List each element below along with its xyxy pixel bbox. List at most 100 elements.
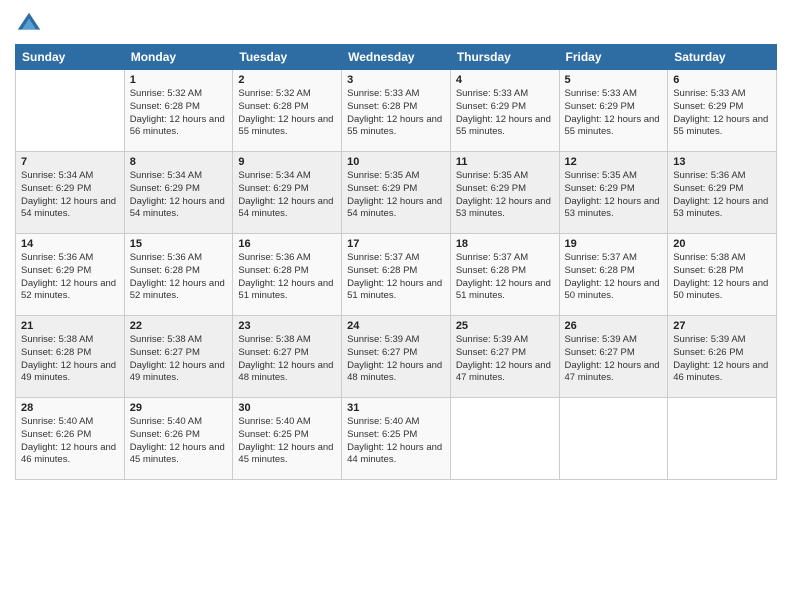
- calendar-cell: 22 Sunrise: 5:38 AMSunset: 6:27 PMDayligh…: [124, 316, 233, 398]
- calendar-cell: 26Sunrise: 5:39 AMSunset: 6:27 PMDayligh…: [559, 316, 668, 398]
- day-number: 3: [347, 74, 445, 86]
- calendar-cell: 7 Sunrise: 5:34 AMSunset: 6:29 PMDaylight…: [16, 152, 125, 234]
- calendar-cell: [668, 398, 777, 480]
- day-info: Sunrise: 5:37 AMSunset: 6:28 PMDaylight:…: [347, 252, 445, 303]
- day-info: Sunrise: 5:38 AMSunset: 6:27 PMDaylight:…: [238, 334, 336, 385]
- day-info: Sunrise: 5:39 AMSunset: 6:27 PMDaylight:…: [347, 334, 445, 385]
- calendar-cell: 30 Sunrise: 5:40 AMSunset: 6:25 PMDayligh…: [233, 398, 342, 480]
- header-day-friday: Friday: [559, 45, 668, 70]
- calendar-cell: 28 Sunrise: 5:40 AMSunset: 6:26 PMDayligh…: [16, 398, 125, 480]
- header-day-sunday: Sunday: [16, 45, 125, 70]
- calendar-cell: 29Sunrise: 5:40 AMSunset: 6:26 PMDayligh…: [124, 398, 233, 480]
- day-number: 10: [347, 156, 445, 168]
- calendar-page: SundayMondayTuesdayWednesdayThursdayFrid…: [0, 0, 792, 612]
- day-number: 11: [456, 156, 554, 168]
- calendar-cell: 4 Sunrise: 5:33 AMSunset: 6:29 PMDaylight…: [450, 70, 559, 152]
- day-number: 1: [130, 74, 228, 86]
- day-number: 9: [238, 156, 336, 168]
- day-info: Sunrise: 5:34 AMSunset: 6:29 PMDaylight:…: [130, 170, 228, 221]
- calendar-cell: [450, 398, 559, 480]
- calendar-cell: 1 Sunrise: 5:32 AMSunset: 6:28 PMDaylight…: [124, 70, 233, 152]
- calendar-table: SundayMondayTuesdayWednesdayThursdayFrid…: [15, 44, 777, 480]
- day-number: 21: [21, 320, 119, 332]
- week-row-1: 1 Sunrise: 5:32 AMSunset: 6:28 PMDaylight…: [16, 70, 777, 152]
- day-info: Sunrise: 5:35 AMSunset: 6:29 PMDaylight:…: [565, 170, 663, 221]
- calendar-cell: 17 Sunrise: 5:37 AMSunset: 6:28 PMDayligh…: [342, 234, 451, 316]
- week-row-4: 21 Sunrise: 5:38 AMSunset: 6:28 PMDayligh…: [16, 316, 777, 398]
- calendar-cell: 9 Sunrise: 5:34 AMSunset: 6:29 PMDaylight…: [233, 152, 342, 234]
- week-row-3: 14 Sunrise: 5:36 AMSunset: 6:29 PMDayligh…: [16, 234, 777, 316]
- calendar-cell: [16, 70, 125, 152]
- calendar-header-row: SundayMondayTuesdayWednesdayThursdayFrid…: [16, 45, 777, 70]
- calendar-cell: 10 Sunrise: 5:35 AMSunset: 6:29 PMDayligh…: [342, 152, 451, 234]
- day-info: Sunrise: 5:37 AMSunset: 6:28 PMDaylight:…: [565, 252, 663, 303]
- day-number: 24: [347, 320, 445, 332]
- day-number: 5: [565, 74, 663, 86]
- day-info: Sunrise: 5:40 AMSunset: 6:25 PMDaylight:…: [238, 416, 336, 467]
- day-info: Sunrise: 5:33 AMSunset: 6:28 PMDaylight:…: [347, 88, 445, 139]
- header-day-wednesday: Wednesday: [342, 45, 451, 70]
- day-info: Sunrise: 5:40 AMSunset: 6:26 PMDaylight:…: [130, 416, 228, 467]
- day-number: 7: [21, 156, 119, 168]
- calendar-cell: 31 Sunrise: 5:40 AMSunset: 6:25 PMDayligh…: [342, 398, 451, 480]
- calendar-cell: 11 Sunrise: 5:35 AMSunset: 6:29 PMDayligh…: [450, 152, 559, 234]
- day-number: 6: [673, 74, 771, 86]
- calendar-cell: 14 Sunrise: 5:36 AMSunset: 6:29 PMDayligh…: [16, 234, 125, 316]
- day-info: Sunrise: 5:32 AMSunset: 6:28 PMDaylight:…: [238, 88, 336, 139]
- calendar-cell: 8 Sunrise: 5:34 AMSunset: 6:29 PMDaylight…: [124, 152, 233, 234]
- calendar-cell: 12Sunrise: 5:35 AMSunset: 6:29 PMDayligh…: [559, 152, 668, 234]
- day-number: 20: [673, 238, 771, 250]
- day-number: 17: [347, 238, 445, 250]
- day-info: Sunrise: 5:33 AMSunset: 6:29 PMDaylight:…: [565, 88, 663, 139]
- calendar-cell: 20 Sunrise: 5:38 AMSunset: 6:28 PMDayligh…: [668, 234, 777, 316]
- logo-icon: [15, 10, 43, 38]
- day-number: 23: [238, 320, 336, 332]
- day-number: 18: [456, 238, 554, 250]
- day-info: Sunrise: 5:40 AMSunset: 6:25 PMDaylight:…: [347, 416, 445, 467]
- day-number: 25: [456, 320, 554, 332]
- day-number: 13: [673, 156, 771, 168]
- day-number: 30: [238, 402, 336, 414]
- logo: [15, 10, 47, 38]
- day-number: 22: [130, 320, 228, 332]
- header-day-thursday: Thursday: [450, 45, 559, 70]
- day-info: Sunrise: 5:39 AMSunset: 6:27 PMDaylight:…: [456, 334, 554, 385]
- day-number: 19: [565, 238, 663, 250]
- calendar-cell: 13Sunrise: 5:36 AMSunset: 6:29 PMDayligh…: [668, 152, 777, 234]
- day-number: 14: [21, 238, 119, 250]
- day-number: 4: [456, 74, 554, 86]
- calendar-cell: 6 Sunrise: 5:33 AMSunset: 6:29 PMDaylight…: [668, 70, 777, 152]
- header-day-monday: Monday: [124, 45, 233, 70]
- calendar-cell: 21 Sunrise: 5:38 AMSunset: 6:28 PMDayligh…: [16, 316, 125, 398]
- day-number: 28: [21, 402, 119, 414]
- day-info: Sunrise: 5:39 AMSunset: 6:26 PMDaylight:…: [673, 334, 771, 385]
- day-number: 31: [347, 402, 445, 414]
- header-day-tuesday: Tuesday: [233, 45, 342, 70]
- day-info: Sunrise: 5:36 AMSunset: 6:28 PMDaylight:…: [130, 252, 228, 303]
- day-info: Sunrise: 5:32 AMSunset: 6:28 PMDaylight:…: [130, 88, 228, 139]
- day-number: 16: [238, 238, 336, 250]
- day-info: Sunrise: 5:36 AMSunset: 6:28 PMDaylight:…: [238, 252, 336, 303]
- calendar-cell: 2Sunrise: 5:32 AMSunset: 6:28 PMDaylight…: [233, 70, 342, 152]
- day-info: Sunrise: 5:35 AMSunset: 6:29 PMDaylight:…: [456, 170, 554, 221]
- day-info: Sunrise: 5:39 AMSunset: 6:27 PMDaylight:…: [565, 334, 663, 385]
- header-day-saturday: Saturday: [668, 45, 777, 70]
- day-info: Sunrise: 5:38 AMSunset: 6:27 PMDaylight:…: [130, 334, 228, 385]
- day-info: Sunrise: 5:33 AMSunset: 6:29 PMDaylight:…: [456, 88, 554, 139]
- day-info: Sunrise: 5:38 AMSunset: 6:28 PMDaylight:…: [673, 252, 771, 303]
- day-number: 8: [130, 156, 228, 168]
- calendar-cell: 27 Sunrise: 5:39 AMSunset: 6:26 PMDayligh…: [668, 316, 777, 398]
- day-info: Sunrise: 5:40 AMSunset: 6:26 PMDaylight:…: [21, 416, 119, 467]
- calendar-cell: 15Sunrise: 5:36 AMSunset: 6:28 PMDayligh…: [124, 234, 233, 316]
- day-info: Sunrise: 5:38 AMSunset: 6:28 PMDaylight:…: [21, 334, 119, 385]
- calendar-cell: [559, 398, 668, 480]
- day-number: 27: [673, 320, 771, 332]
- day-info: Sunrise: 5:34 AMSunset: 6:29 PMDaylight:…: [21, 170, 119, 221]
- day-info: Sunrise: 5:33 AMSunset: 6:29 PMDaylight:…: [673, 88, 771, 139]
- calendar-cell: 24 Sunrise: 5:39 AMSunset: 6:27 PMDayligh…: [342, 316, 451, 398]
- day-info: Sunrise: 5:37 AMSunset: 6:28 PMDaylight:…: [456, 252, 554, 303]
- day-info: Sunrise: 5:36 AMSunset: 6:29 PMDaylight:…: [21, 252, 119, 303]
- calendar-cell: 5 Sunrise: 5:33 AMSunset: 6:29 PMDaylight…: [559, 70, 668, 152]
- day-info: Sunrise: 5:34 AMSunset: 6:29 PMDaylight:…: [238, 170, 336, 221]
- day-info: Sunrise: 5:35 AMSunset: 6:29 PMDaylight:…: [347, 170, 445, 221]
